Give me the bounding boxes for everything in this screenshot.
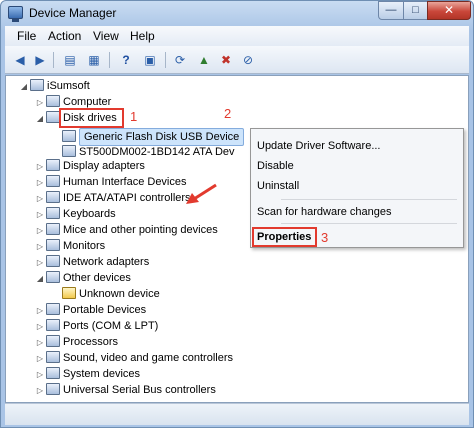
computer-icon [30,79,44,91]
hid-icon [46,175,60,187]
network-adapter-icon [46,255,60,267]
disk-drive-icon [62,145,76,157]
expand-icon[interactable]: ▷ [36,194,44,203]
menu-action[interactable]: Action [48,29,81,43]
device-manager-window: Device Manager — □ ✕ File Action View He… [0,0,474,428]
tree-item-mice[interactable]: Mice and other pointing devices [46,222,218,238]
tree-item-portable-devices[interactable]: Portable Devices [46,302,146,318]
menu-properties[interactable]: Properties [257,231,311,243]
display-adapter-icon [46,159,60,171]
collapse-root-icon[interactable]: ◢ [20,82,28,91]
minimize-button[interactable]: — [378,1,404,20]
collapse-icon[interactable]: ◢ [36,274,44,283]
toolbar-separator [165,52,166,68]
expand-icon[interactable]: ▷ [36,178,44,187]
tree-item-monitors[interactable]: Monitors [46,238,105,254]
uninstall-icon[interactable]: ✖ [217,52,235,68]
tree-item-usb-controllers[interactable]: Universal Serial Bus controllers [46,382,216,398]
callout-1: 1 [130,109,138,124]
expand-icon[interactable]: ▷ [36,338,44,347]
tree-item-ide-ata[interactable]: IDE ATA/ATAPI controllers [46,190,191,206]
scan-hardware-icon[interactable]: ⟳ [171,52,189,68]
tree-item-other-devices[interactable]: Other devices [46,270,131,286]
menu-uninstall[interactable]: Uninstall [257,180,299,192]
other-devices-icon [46,271,60,283]
system-device-icon [46,367,60,379]
callout-3: 3 [321,230,329,245]
highlight-disk-drives [59,108,124,128]
mouse-icon [46,223,60,235]
expand-icon[interactable]: ▷ [36,162,44,171]
callout-2: 2 [224,106,232,121]
expand-icon[interactable]: ▷ [36,242,44,251]
usb-icon [46,383,60,395]
disable-icon[interactable]: ⊘ [239,52,257,68]
menu-disable[interactable]: Disable [257,160,294,172]
tree-item-keyboards[interactable]: Keyboards [46,206,116,222]
help-icon[interactable]: ? [117,52,135,68]
ide-controller-icon [46,191,60,203]
device-manager-icon [8,6,23,22]
expand-icon[interactable]: ▷ [36,370,44,379]
menu-bar: File Action View Help [5,26,469,46]
expand-icon[interactable]: ▷ [36,322,44,331]
tree-view-icon[interactable]: ▤ [61,52,79,68]
status-bar [5,403,469,425]
properties-icon[interactable]: ▦ [85,52,103,68]
expand-icon[interactable]: ▷ [36,226,44,235]
tree-item-human-interface[interactable]: Human Interface Devices [46,174,187,190]
tree-item-network-adapters[interactable]: Network adapters [46,254,149,270]
disk-drive-icon [62,130,76,142]
back-icon[interactable]: ◀ [11,52,29,68]
warning-icon [62,287,76,299]
tree-item-generic-flash-disk[interactable]: Generic Flash Disk USB Device [62,128,245,146]
monitor-icon [46,239,60,251]
computer-icon [46,95,60,107]
expand-icon[interactable]: ▷ [36,258,44,267]
toolbar-separator [53,52,54,68]
maximize-button[interactable]: □ [403,1,428,20]
disk-drive-icon [46,111,60,123]
keyboard-icon [46,207,60,219]
tree-item-display-adapters[interactable]: Display adapters [46,158,145,174]
tree-root[interactable]: iSumsoft [30,78,90,94]
expand-icon[interactable]: ▷ [36,386,44,395]
port-icon [46,319,60,331]
title-bar[interactable]: Device Manager — □ ✕ [1,1,473,25]
device-view-icon[interactable]: ▣ [141,52,159,68]
toolbar: ◀ ▶ ▤ ▦ ? ▣ ⟳ ▲ ✖ ⊘ [5,46,469,74]
red-arrow-icon [186,183,217,204]
menu-update-driver[interactable]: Update Driver Software... [257,140,381,152]
portable-device-icon [46,303,60,315]
menu-view[interactable]: View [93,29,119,43]
collapse-icon[interactable]: ◢ [36,114,44,123]
toolbar-separator [109,52,110,68]
processor-icon [46,335,60,347]
expand-icon[interactable]: ▷ [36,98,44,107]
tree-item-unknown-device[interactable]: Unknown device [62,286,160,302]
menu-separator [281,223,457,224]
close-button[interactable]: ✕ [427,1,471,20]
expand-icon[interactable]: ▷ [36,210,44,219]
tree-item-system-devices[interactable]: System devices [46,366,140,382]
menu-help[interactable]: Help [130,29,155,43]
expand-icon[interactable]: ▷ [36,306,44,315]
speaker-icon [46,351,60,363]
forward-icon[interactable]: ▶ [31,52,49,68]
tree-item-ports[interactable]: Ports (COM & LPT) [46,318,158,334]
menu-separator [281,199,457,200]
tree-item-sound-video[interactable]: Sound, video and game controllers [46,350,233,366]
window-title: Device Manager [29,6,117,20]
expand-icon[interactable]: ▷ [36,354,44,363]
tree-item-processors[interactable]: Processors [46,334,118,350]
context-menu: Update Driver Software... Disable Uninst… [250,128,464,248]
update-driver-icon[interactable]: ▲ [195,52,213,68]
menu-scan-hardware[interactable]: Scan for hardware changes [257,206,392,218]
menu-file[interactable]: File [17,29,36,43]
